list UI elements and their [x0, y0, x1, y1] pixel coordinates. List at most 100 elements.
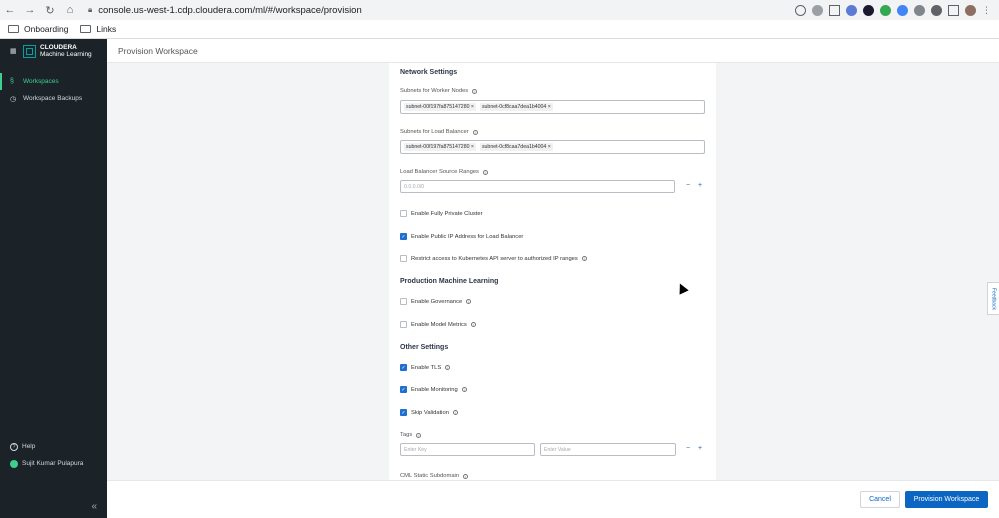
chip-label: subnet-0cf8caa7dea1b4004: [481, 144, 547, 150]
private-cluster-checkbox[interactable]: Enable Fully Private Cluster: [400, 210, 483, 217]
app-grid-icon[interactable]: ▦: [10, 48, 17, 55]
governance-checkbox[interactable]: Enable Governance i: [400, 298, 472, 305]
add-tag-button[interactable]: +: [698, 445, 702, 452]
checkbox-unchecked[interactable]: [400, 321, 407, 328]
tags-label: Tags i: [400, 432, 422, 438]
checkbox-checked[interactable]: ✓: [400, 386, 407, 393]
public-ip-checkbox[interactable]: ✓ Enable Public IP Address for Load Bala…: [400, 233, 523, 240]
extension-icon[interactable]: [846, 4, 857, 16]
checkbox-label: Skip Validation: [411, 409, 449, 416]
sidebar-item-workspaces[interactable]: § Workspaces: [0, 73, 107, 90]
info-icon[interactable]: i: [463, 473, 469, 479]
brand-text: CLOUDERA Machine Learning: [40, 44, 92, 58]
lb-source-input[interactable]: 0.0.0.0/0: [400, 180, 675, 193]
back-icon[interactable]: ←: [0, 0, 20, 20]
star-icon[interactable]: [829, 4, 840, 16]
model-metrics-checkbox[interactable]: Enable Model Metrics i: [400, 321, 476, 328]
menu-icon[interactable]: ⋮: [982, 5, 991, 16]
extension-icon[interactable]: [914, 4, 925, 16]
forward-icon[interactable]: →: [20, 0, 40, 20]
info-icon[interactable]: i: [482, 169, 488, 175]
skip-validation-checkbox[interactable]: ✓ Skip Validation i: [400, 409, 458, 416]
checkbox-label: Enable Public IP Address for Load Balanc…: [411, 233, 524, 240]
subnet-chip: subnet-00f197fa875147280 ×: [404, 143, 476, 151]
drive-icon[interactable]: [880, 4, 891, 16]
sidebar-item-workspace-backups[interactable]: ◷ Workspace Backups: [0, 90, 107, 107]
checkbox-label: Enable Fully Private Cluster: [411, 210, 483, 217]
placeholder: Enter Key: [404, 446, 427, 453]
tag-key-input[interactable]: Enter Key: [400, 443, 535, 456]
share-icon[interactable]: [812, 4, 823, 16]
info-icon[interactable]: i: [470, 322, 476, 327]
checkbox-unchecked[interactable]: [400, 298, 407, 305]
subnets-lb-label: Subnets for Load Balancer i: [400, 129, 478, 135]
info-icon[interactable]: i: [445, 365, 451, 370]
info-icon[interactable]: i: [472, 88, 478, 94]
checkbox-unchecked[interactable]: [400, 210, 407, 217]
extension-icon[interactable]: [863, 4, 874, 16]
sidebar-toggle-icon[interactable]: [948, 4, 959, 16]
label-text: CML Static Subdomain: [400, 473, 460, 479]
bookmark-links[interactable]: Links: [80, 24, 116, 34]
checkbox-checked[interactable]: ✓: [400, 233, 407, 240]
chip-label: subnet-00f197fa875147280: [406, 144, 470, 150]
info-icon[interactable]: i: [452, 410, 458, 415]
zoom-icon[interactable]: [795, 4, 806, 16]
browser-toolbar: ← → ↻ ⌂ 🔒︎ console.us-west-1.cdp.clouder…: [0, 0, 999, 20]
checkbox-label: Restrict access to Kubernetes API server…: [411, 255, 578, 262]
bookmarks-bar: Onboarding Links: [0, 20, 999, 39]
provision-form: Network Settings Subnets for Worker Node…: [389, 63, 716, 480]
bookmark-label: Onboarding: [24, 24, 69, 34]
info-icon[interactable]: i: [461, 387, 467, 392]
monitoring-checkbox[interactable]: ✓ Enable Monitoring i: [400, 386, 467, 393]
checkbox-label: Enable Model Metrics: [411, 321, 467, 328]
avatar: [10, 459, 18, 468]
tls-checkbox[interactable]: ✓ Enable TLS i: [400, 364, 451, 371]
checkbox-checked[interactable]: ✓: [400, 409, 407, 416]
sidebar-item-help[interactable]: ? Help: [0, 438, 107, 455]
remove-range-button[interactable]: −: [686, 182, 690, 189]
brand[interactable]: ▦ CLOUDERA Machine Learning: [0, 39, 107, 63]
checkbox-label: Enable Governance: [411, 298, 463, 305]
subnets-lb-select[interactable]: subnet-00f197fa875147280 × subnet-0cf8ca…: [400, 140, 705, 154]
info-icon[interactable]: i: [581, 256, 587, 261]
static-subdomain-label: CML Static Subdomain i: [400, 473, 469, 479]
reload-icon[interactable]: ↻: [40, 0, 60, 20]
add-range-button[interactable]: +: [698, 182, 702, 189]
bookmark-onboarding[interactable]: Onboarding: [8, 24, 68, 34]
url-text: console.us-west-1.cdp.cloudera.com/ml/#/…: [98, 4, 362, 16]
placeholder: 0.0.0.0/0: [404, 183, 425, 190]
label-text: Subnets for Load Balancer: [400, 129, 469, 135]
address-bar[interactable]: 🔒︎ console.us-west-1.cdp.cloudera.com/ml…: [88, 2, 362, 18]
home-icon[interactable]: ⌂: [60, 0, 80, 20]
brand-name: CLOUDERA: [40, 44, 77, 51]
workspaces-icon: §: [10, 78, 14, 85]
sidebar-item-label: Workspaces: [23, 78, 59, 85]
subnet-chip: subnet-00f197fa875147280 ×: [404, 103, 476, 111]
help-icon: ?: [10, 442, 18, 451]
subnets-worker-select[interactable]: subnet-00f197fa875147280 × subnet-0cf8ca…: [400, 100, 705, 114]
chip-label: subnet-0cf8caa7dea1b4004: [481, 104, 547, 110]
provision-workspace-button[interactable]: Provision Workspace: [905, 491, 988, 508]
cancel-button[interactable]: Cancel: [860, 491, 900, 508]
checkbox-unchecked[interactable]: [400, 255, 407, 262]
info-icon[interactable]: i: [416, 432, 422, 438]
extensions-bar: ⋮: [795, 2, 991, 18]
history-icon: ◷: [10, 95, 17, 103]
feedback-tab[interactable]: Feedback: [987, 282, 999, 315]
info-icon[interactable]: i: [472, 129, 478, 135]
checkbox-checked[interactable]: ✓: [400, 364, 407, 371]
subnet-chip: subnet-0cf8caa7dea1b4004 ×: [479, 143, 553, 151]
tag-value-input[interactable]: Enter Value: [540, 443, 676, 456]
sidebar-footer: ? Help Sujit Kumar Pulapura «: [0, 438, 107, 518]
profile-avatar[interactable]: [965, 4, 976, 16]
sidebar-item-user[interactable]: Sujit Kumar Pulapura: [0, 455, 107, 472]
remove-tag-button[interactable]: −: [686, 445, 690, 452]
label-text: Load Balancer Source Ranges: [400, 169, 479, 175]
info-icon[interactable]: i: [466, 299, 472, 304]
collapse-sidebar-icon[interactable]: «: [91, 501, 97, 512]
puzzle-icon[interactable]: [931, 4, 942, 16]
extension-icon[interactable]: [897, 4, 908, 16]
restrict-access-checkbox[interactable]: Restrict access to Kubernetes API server…: [400, 255, 587, 262]
page-header: Provision Workspace: [107, 39, 999, 63]
